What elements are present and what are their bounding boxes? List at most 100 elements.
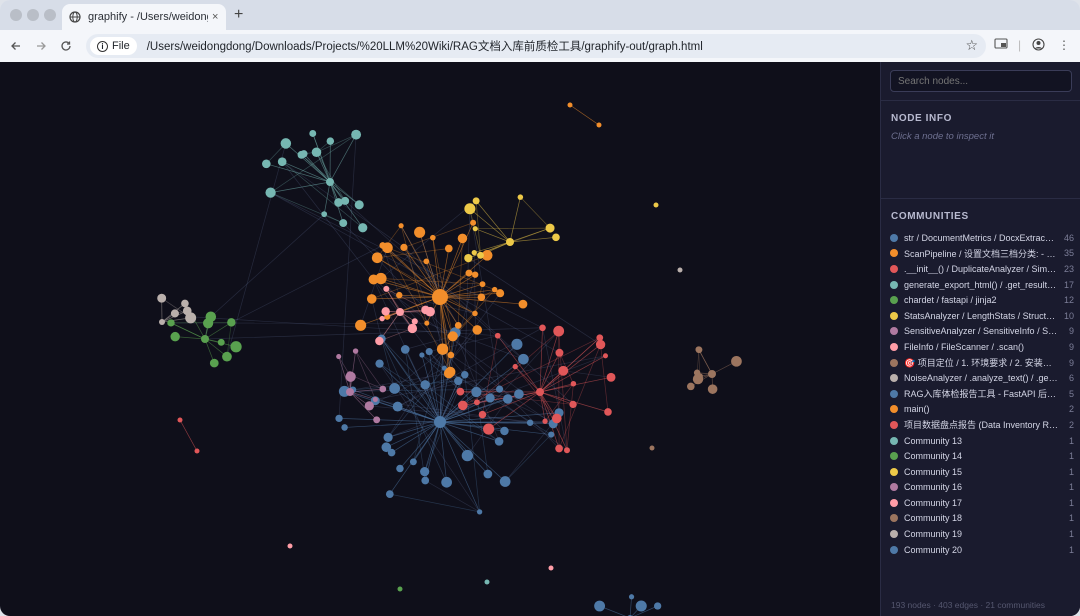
graph-node[interactable] — [297, 150, 306, 159]
graph-node[interactable] — [518, 353, 529, 365]
community-item[interactable]: str / DocumentMetrics / DocxExtrac… 46 — [890, 230, 1074, 246]
graph-node[interactable] — [457, 233, 468, 244]
graph-node[interactable] — [194, 448, 200, 454]
browser-tab[interactable]: graphify - /Users/weidongdong × — [62, 4, 226, 30]
graph-node[interactable] — [542, 418, 548, 424]
graph-node[interactable] — [421, 305, 430, 315]
community-item[interactable]: 🎯 项目定位 / 1. 环境要求 / 2. 安装依赖 9 — [890, 355, 1074, 371]
graph-node[interactable] — [444, 244, 453, 253]
graph-node[interactable] — [421, 476, 430, 485]
graph-node[interactable] — [555, 348, 564, 357]
graph-node[interactable] — [181, 299, 189, 308]
community-item[interactable]: Community 14 1 — [890, 448, 1074, 464]
graph-node[interactable] — [354, 200, 364, 210]
graph-node[interactable] — [464, 253, 473, 263]
graph-node[interactable] — [471, 249, 477, 256]
graph-node[interactable] — [201, 335, 209, 343]
graph-node[interactable] — [649, 445, 655, 451]
graph-node[interactable] — [731, 355, 742, 367]
graph-node[interactable] — [379, 315, 385, 322]
graph-node[interactable] — [545, 223, 555, 233]
graph-node[interactable] — [373, 416, 381, 424]
window-maximize-button[interactable] — [44, 9, 56, 21]
graph-node[interactable] — [553, 325, 565, 337]
graph-node[interactable] — [465, 269, 473, 277]
graph-node[interactable] — [708, 370, 716, 378]
menu-dots-icon[interactable]: ⋮ — [1058, 38, 1070, 52]
graph-node[interactable] — [457, 400, 468, 411]
graph-node[interactable] — [478, 410, 487, 419]
graph-node[interactable] — [569, 400, 577, 409]
graph-node[interactable] — [387, 448, 396, 457]
graph-node[interactable] — [429, 234, 436, 241]
graph-node[interactable] — [461, 449, 474, 462]
graph-node[interactable] — [472, 226, 478, 232]
graph-node[interactable] — [511, 338, 523, 350]
graph-node[interactable] — [379, 385, 387, 393]
community-item[interactable]: StatsAnalyzer / LengthStats / Struct… 10 — [890, 308, 1074, 324]
graph-node[interactable] — [383, 285, 390, 292]
community-item[interactable]: .__init__() / DuplicateAnalyzer / Sim… 23 — [890, 261, 1074, 277]
graph-node[interactable] — [476, 509, 483, 515]
graph-node[interactable] — [321, 211, 328, 218]
graph-node[interactable] — [341, 424, 348, 431]
graph-node[interactable] — [424, 320, 430, 326]
cast-icon[interactable] — [994, 38, 1008, 53]
community-item[interactable]: Community 15 1 — [890, 464, 1074, 480]
graph-node[interactable] — [594, 600, 606, 612]
graph-node[interactable] — [539, 324, 546, 332]
graph-node[interactable] — [346, 388, 354, 396]
graph-node[interactable] — [514, 389, 524, 399]
graph-node[interactable] — [517, 194, 524, 200]
graph-node[interactable] — [326, 178, 334, 186]
graph-node[interactable] — [385, 490, 394, 498]
back-arrow-icon[interactable] — [8, 38, 24, 54]
graph-node[interactable] — [392, 401, 403, 412]
community-item[interactable]: NoiseAnalyzer / .analyze_text() / .get… 6 — [890, 370, 1074, 386]
graph-node[interactable] — [686, 382, 695, 391]
graph-node[interactable] — [445, 366, 456, 378]
graph-node[interactable] — [336, 354, 342, 360]
address-bar[interactable]: i File /Users/weidongdong/Downloads/Proj… — [86, 34, 986, 58]
graph-node[interactable] — [217, 338, 225, 346]
graph-node[interactable] — [693, 369, 701, 376]
graph-node[interactable] — [375, 359, 384, 368]
graph-node[interactable] — [500, 426, 509, 436]
graph-node[interactable] — [570, 380, 577, 387]
graph-node[interactable] — [358, 223, 368, 233]
graph-node[interactable] — [518, 299, 528, 309]
graph-node[interactable] — [398, 223, 404, 229]
graph-node[interactable] — [494, 332, 501, 339]
graph-node[interactable] — [472, 197, 480, 205]
graph-node[interactable] — [461, 371, 469, 379]
graph-node[interactable] — [485, 393, 495, 403]
graph-node[interactable] — [677, 267, 683, 273]
graph-node[interactable] — [167, 319, 175, 327]
graph-node[interactable] — [447, 351, 455, 359]
graph-node[interactable] — [472, 271, 479, 278]
graph-node[interactable] — [364, 401, 374, 411]
graph-node[interactable] — [447, 331, 458, 342]
graph-node[interactable] — [409, 458, 417, 466]
graph-node[interactable] — [414, 226, 426, 238]
community-item[interactable]: Community 17 1 — [890, 495, 1074, 511]
graph-node[interactable] — [454, 376, 463, 386]
graph-node[interactable] — [496, 385, 504, 393]
graph-node[interactable] — [477, 293, 486, 302]
graph-node[interactable] — [383, 432, 393, 442]
search-input[interactable] — [890, 70, 1072, 92]
graph-node[interactable] — [499, 476, 511, 487]
graph-node[interactable] — [209, 358, 219, 368]
graph-node[interactable] — [536, 388, 544, 396]
graph-node[interactable] — [346, 371, 354, 379]
graph-node[interactable] — [420, 467, 430, 477]
graph-node[interactable] — [695, 346, 702, 353]
graph-node[interactable] — [157, 293, 167, 303]
graph-node[interactable] — [326, 137, 335, 145]
graph-node[interactable] — [311, 147, 322, 158]
graph-node[interactable] — [464, 203, 476, 215]
graph-node[interactable] — [506, 238, 514, 246]
reload-icon[interactable] — [58, 38, 74, 54]
community-item[interactable]: Community 19 1 — [890, 526, 1074, 542]
graph-node[interactable] — [606, 372, 616, 382]
